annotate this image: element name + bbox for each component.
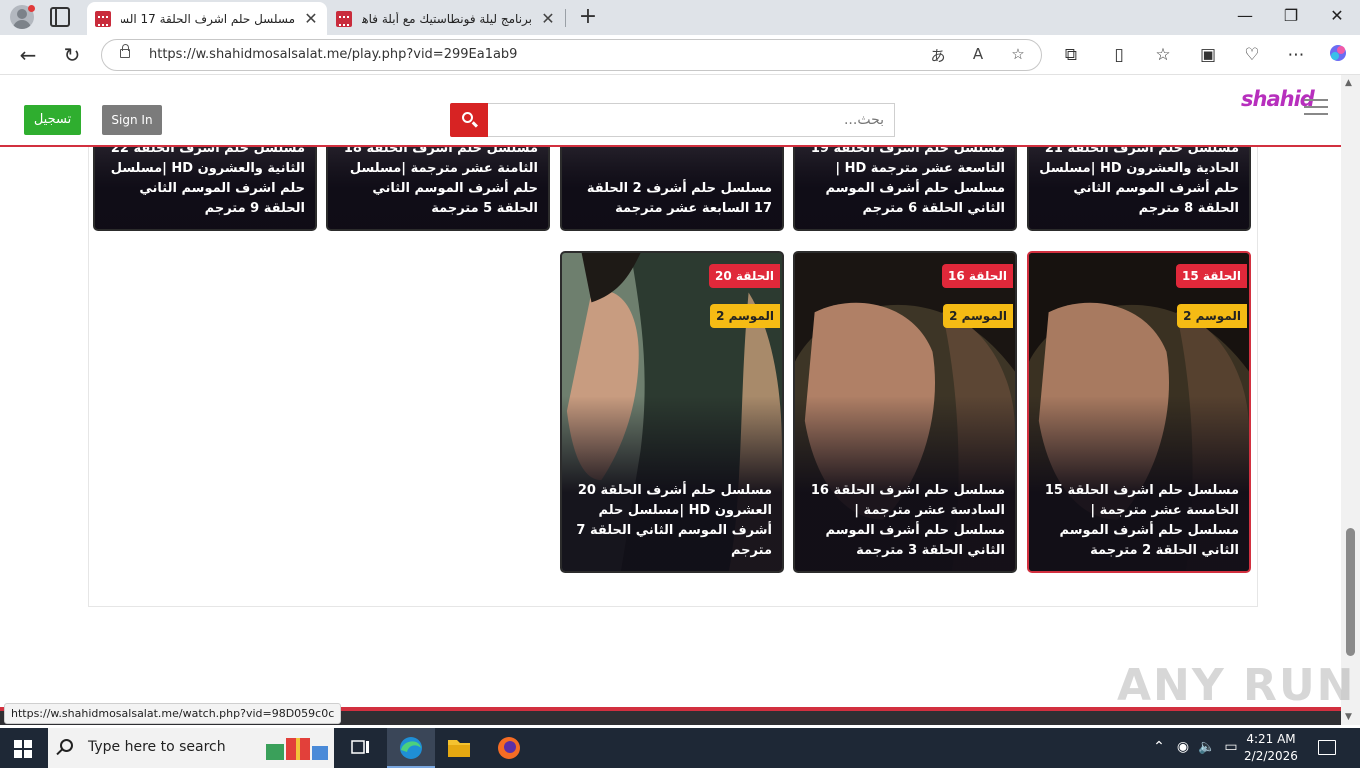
browser-tab-strip: مسلسل حلم اشرف الحلقة 17 السابعة ✕ برنام… xyxy=(0,0,1360,35)
refresh-icon[interactable]: ↻ xyxy=(60,43,84,67)
episode-badge: الحلقة 20 xyxy=(709,264,780,288)
translate-icon[interactable]: あ xyxy=(928,45,948,66)
split-screen-icon[interactable]: ▯ xyxy=(1107,43,1131,67)
clock-date: 2/2/2026 xyxy=(1244,749,1298,763)
edge-taskbar-icon[interactable] xyxy=(387,728,435,768)
episode-card[interactable]: الحلقة 20 الموسم 2 مسلسل حلم أشرف الحلقة… xyxy=(560,251,784,573)
tab-title: مسلسل حلم اشرف الحلقة 17 السابعة xyxy=(121,11,295,26)
favorite-star-icon[interactable]: ☆ xyxy=(1008,45,1028,63)
task-view-icon[interactable] xyxy=(336,728,384,768)
collections-icon[interactable]: ▣ xyxy=(1196,43,1220,67)
windows-taskbar: Type here to search ⌃ ◉ 🔈 ▭ 4:21 AM 2/2/… xyxy=(0,728,1360,768)
notification-dot xyxy=(28,5,35,12)
content-container: مسلسل حلم اشرف الحلقة 22 الثانية والعشرو… xyxy=(88,75,1258,607)
page-viewport: مسلسل حلم اشرف الحلقة 22 الثانية والعشرو… xyxy=(0,75,1341,725)
meet-now-icon[interactable]: ◉ xyxy=(1173,739,1193,755)
read-aloud-icon[interactable]: A xyxy=(968,45,988,63)
volume-icon[interactable]: 🔈 xyxy=(1197,739,1217,755)
site-favicon-icon xyxy=(95,10,111,27)
address-bar-row: ← ↻ https://w.shahidmosalsalat.me/play.p… xyxy=(0,35,1360,75)
page-scrollbar[interactable]: ▲ ▼ xyxy=(1341,75,1360,725)
anyrun-watermark: ANY RUN xyxy=(1117,660,1356,711)
scroll-down-arrow-icon[interactable]: ▼ xyxy=(1345,712,1352,722)
taskbar-search-placeholder: Type here to search xyxy=(88,739,226,755)
episode-badge: الحلقة 16 xyxy=(942,264,1013,288)
scrollbar-thumb[interactable] xyxy=(1346,528,1355,656)
tab-inactive[interactable]: برنامج ليلة فونطاستيك مع أبلة فاهيتا ✕ xyxy=(328,2,564,35)
extensions-icon[interactable]: ⧉ xyxy=(1059,43,1083,67)
new-tab-button[interactable]: + xyxy=(576,4,600,29)
tab-active[interactable]: مسلسل حلم اشرف الحلقة 17 السابعة ✕ xyxy=(87,2,327,35)
episode-title[interactable]: مسلسل حلم أشرف الحلقة 19 التاسعة عشر متر… xyxy=(805,139,1005,219)
tab-separator xyxy=(565,9,566,27)
search-icon xyxy=(60,739,73,752)
firefox-icon[interactable] xyxy=(485,728,533,768)
favorites-icon[interactable]: ☆ xyxy=(1151,43,1175,67)
lock-icon[interactable] xyxy=(120,44,130,58)
episode-title[interactable]: مسلسل حلم أشرف الحلقة 21 الحادية والعشرو… xyxy=(1039,139,1239,219)
clock-time: 4:21 AM xyxy=(1246,732,1296,746)
back-arrow-icon[interactable]: ← xyxy=(16,43,40,67)
gift-icon[interactable] xyxy=(264,734,330,762)
search-button[interactable] xyxy=(450,103,488,137)
url-text[interactable]: https://w.shahidmosalsalat.me/play.php?v… xyxy=(149,47,517,62)
season-badge: الموسم 2 xyxy=(1177,304,1247,328)
episode-title[interactable]: مسلسل حلم أشرف الحلقة 20 العشرون HD |مسل… xyxy=(572,481,772,561)
search-input[interactable] xyxy=(488,103,895,137)
taskbar-clock[interactable]: 4:21 AM 2/2/2026 xyxy=(1240,731,1302,765)
minimize-button[interactable]: — xyxy=(1233,6,1257,28)
tab-close-icon[interactable]: ✕ xyxy=(538,9,558,28)
notifications-icon[interactable] xyxy=(1318,740,1336,755)
restore-button[interactable]: ❐ xyxy=(1279,6,1303,28)
close-window-button[interactable]: ✕ xyxy=(1325,6,1349,28)
windows-start-icon[interactable] xyxy=(14,740,32,758)
more-menu-icon[interactable]: ⋯ xyxy=(1284,43,1308,67)
season-badge: الموسم 2 xyxy=(710,304,780,328)
network-icon[interactable]: ▭ xyxy=(1221,739,1241,755)
site-favicon-icon xyxy=(336,10,352,27)
sign-in-button[interactable]: Sign In xyxy=(102,105,162,135)
hamburger-menu-icon[interactable] xyxy=(1304,99,1328,115)
tab-close-icon[interactable]: ✕ xyxy=(301,9,321,28)
copilot-icon[interactable] xyxy=(1326,43,1350,70)
address-bar[interactable]: https://w.shahidmosalsalat.me/play.php?v… xyxy=(101,39,1042,71)
episode-card-current[interactable]: الحلقة 15 الموسم 2 مسلسل حلم اشرف الحلقة… xyxy=(1027,251,1251,573)
episode-title[interactable]: مسلسل حلم اشرف الحلقة 22 الثانية والعشرو… xyxy=(105,139,305,219)
episode-badge: الحلقة 15 xyxy=(1176,264,1247,288)
browser-essentials-icon[interactable]: ♡ xyxy=(1240,43,1264,67)
season-badge: الموسم 2 xyxy=(943,304,1013,328)
site-header: تسجيل Sign In shahid xyxy=(0,75,1341,147)
episode-title[interactable]: مسلسل حلم أشرف 2 الحلقة 17 السابعة عشر م… xyxy=(572,179,772,219)
link-status-tooltip: https://w.shahidmosalsalat.me/watch.php?… xyxy=(4,703,342,724)
episode-title[interactable]: مسلسل حلم أشرف الحلقة 18 الثامنة عشر متر… xyxy=(338,139,538,219)
file-explorer-icon[interactable] xyxy=(435,728,483,768)
tab-actions-icon[interactable] xyxy=(50,7,70,27)
site-logo[interactable]: shahid xyxy=(1241,87,1315,111)
episode-title[interactable]: مسلسل حلم اشرف الحلقة 16 السادسة عشر متر… xyxy=(805,481,1005,561)
scroll-up-arrow-icon[interactable]: ▲ xyxy=(1345,78,1352,88)
tray-chevron-up-icon[interactable]: ⌃ xyxy=(1149,739,1169,755)
episode-card[interactable]: الحلقة 16 الموسم 2 مسلسل حلم اشرف الحلقة… xyxy=(793,251,1017,573)
tab-title: برنامج ليلة فونطاستيك مع أبلة فاهيتا xyxy=(362,11,532,26)
register-button[interactable]: تسجيل xyxy=(24,105,81,135)
search-icon xyxy=(462,112,473,123)
episode-title[interactable]: مسلسل حلم اشرف الحلقة 15 الخامسة عشر متر… xyxy=(1039,481,1239,561)
